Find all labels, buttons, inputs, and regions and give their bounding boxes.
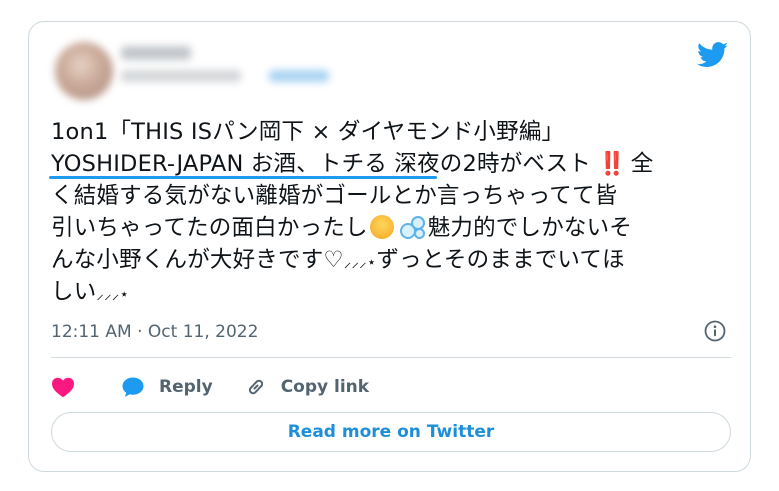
tweet-line-1: 1on1「THIS ISパン岡下 × ダイヤモンド小野編」 <box>51 116 731 148</box>
like-button[interactable] <box>51 376 75 398</box>
tweet-card: 1on1「THIS ISパン岡下 × ダイヤモンド小野編」 YOSHIDER-J… <box>28 21 751 472</box>
avatar[interactable] <box>55 42 113 100</box>
shushing-face-emoji <box>369 215 394 239</box>
tweet-line-3: く結婚する気がない離婚がゴールとか言っちゃってて皆 <box>51 180 731 212</box>
tweet-line-3-text: く結婚する気がない離婚がゴールとか言っちゃってて皆 <box>51 183 618 209</box>
tweet-actions: Reply Copy link <box>51 374 369 400</box>
divider <box>51 357 731 358</box>
info-icon[interactable] <box>704 320 726 342</box>
highlight-underline <box>49 176 437 179</box>
twitter-bird-icon[interactable] <box>697 42 729 68</box>
tweet-line-6-text: しい <box>51 279 97 305</box>
tweet-line-4-text: 引いちゃってたの面白かったし <box>51 215 368 241</box>
tweet-line-5-end: ずっとそのままでいてほ <box>376 247 625 273</box>
tweet-line-5-text: んな小野くんが大好きです♡ <box>51 247 344 273</box>
sparkle-deco: ⸝⸝⸝⋆ <box>343 253 377 271</box>
copy-link-label: Copy link <box>280 377 370 397</box>
author-handle-blurred[interactable] <box>121 70 241 82</box>
bubbles-emoji <box>398 213 426 239</box>
reply-bubble-icon <box>122 377 144 397</box>
follow-link-blurred[interactable] <box>269 70 329 82</box>
copy-link-button[interactable]: Copy link <box>213 376 369 398</box>
read-more-button[interactable]: Read more on Twitter <box>51 412 731 452</box>
heart-icon <box>52 377 74 398</box>
reply-button[interactable]: Reply <box>75 376 213 398</box>
tweet-timestamp[interactable]: 12:11 AM · Oct 11, 2022 <box>51 322 258 342</box>
tweet-text: 1on1「THIS ISパン岡下 × ダイヤモンド小野編」 YOSHIDER-J… <box>51 116 731 308</box>
double-exclamation-emoji: ‼️ <box>598 151 626 177</box>
sparkle-deco-2: ⸝⸝⸝⋆ <box>96 285 130 303</box>
tweet-line-1-text: 1on1「THIS ISパン岡下 × ダイヤモンド小野編」 <box>51 119 565 145</box>
reply-label: Reply <box>159 377 213 397</box>
tweet-line-5: んな小野くんが大好きです♡⸝⸝⸝⋆ずっとそのままでいてほ <box>51 244 731 276</box>
tweet-line-2-text: YOSHIDER-JAPAN お酒、トチる 深夜の2時がベスト <box>51 151 591 177</box>
link-icon <box>248 379 263 395</box>
tweet-line-4: 引いちゃってたの面白かったし 魅力的でしかないそ <box>51 212 731 244</box>
author-name-blurred[interactable] <box>121 46 191 60</box>
tweet-line-4-end: 魅力的でしかないそ <box>427 215 632 241</box>
tweet-line-2-end: 全 <box>630 151 654 177</box>
tweet-line-6: しい⸝⸝⸝⋆ <box>51 276 731 308</box>
